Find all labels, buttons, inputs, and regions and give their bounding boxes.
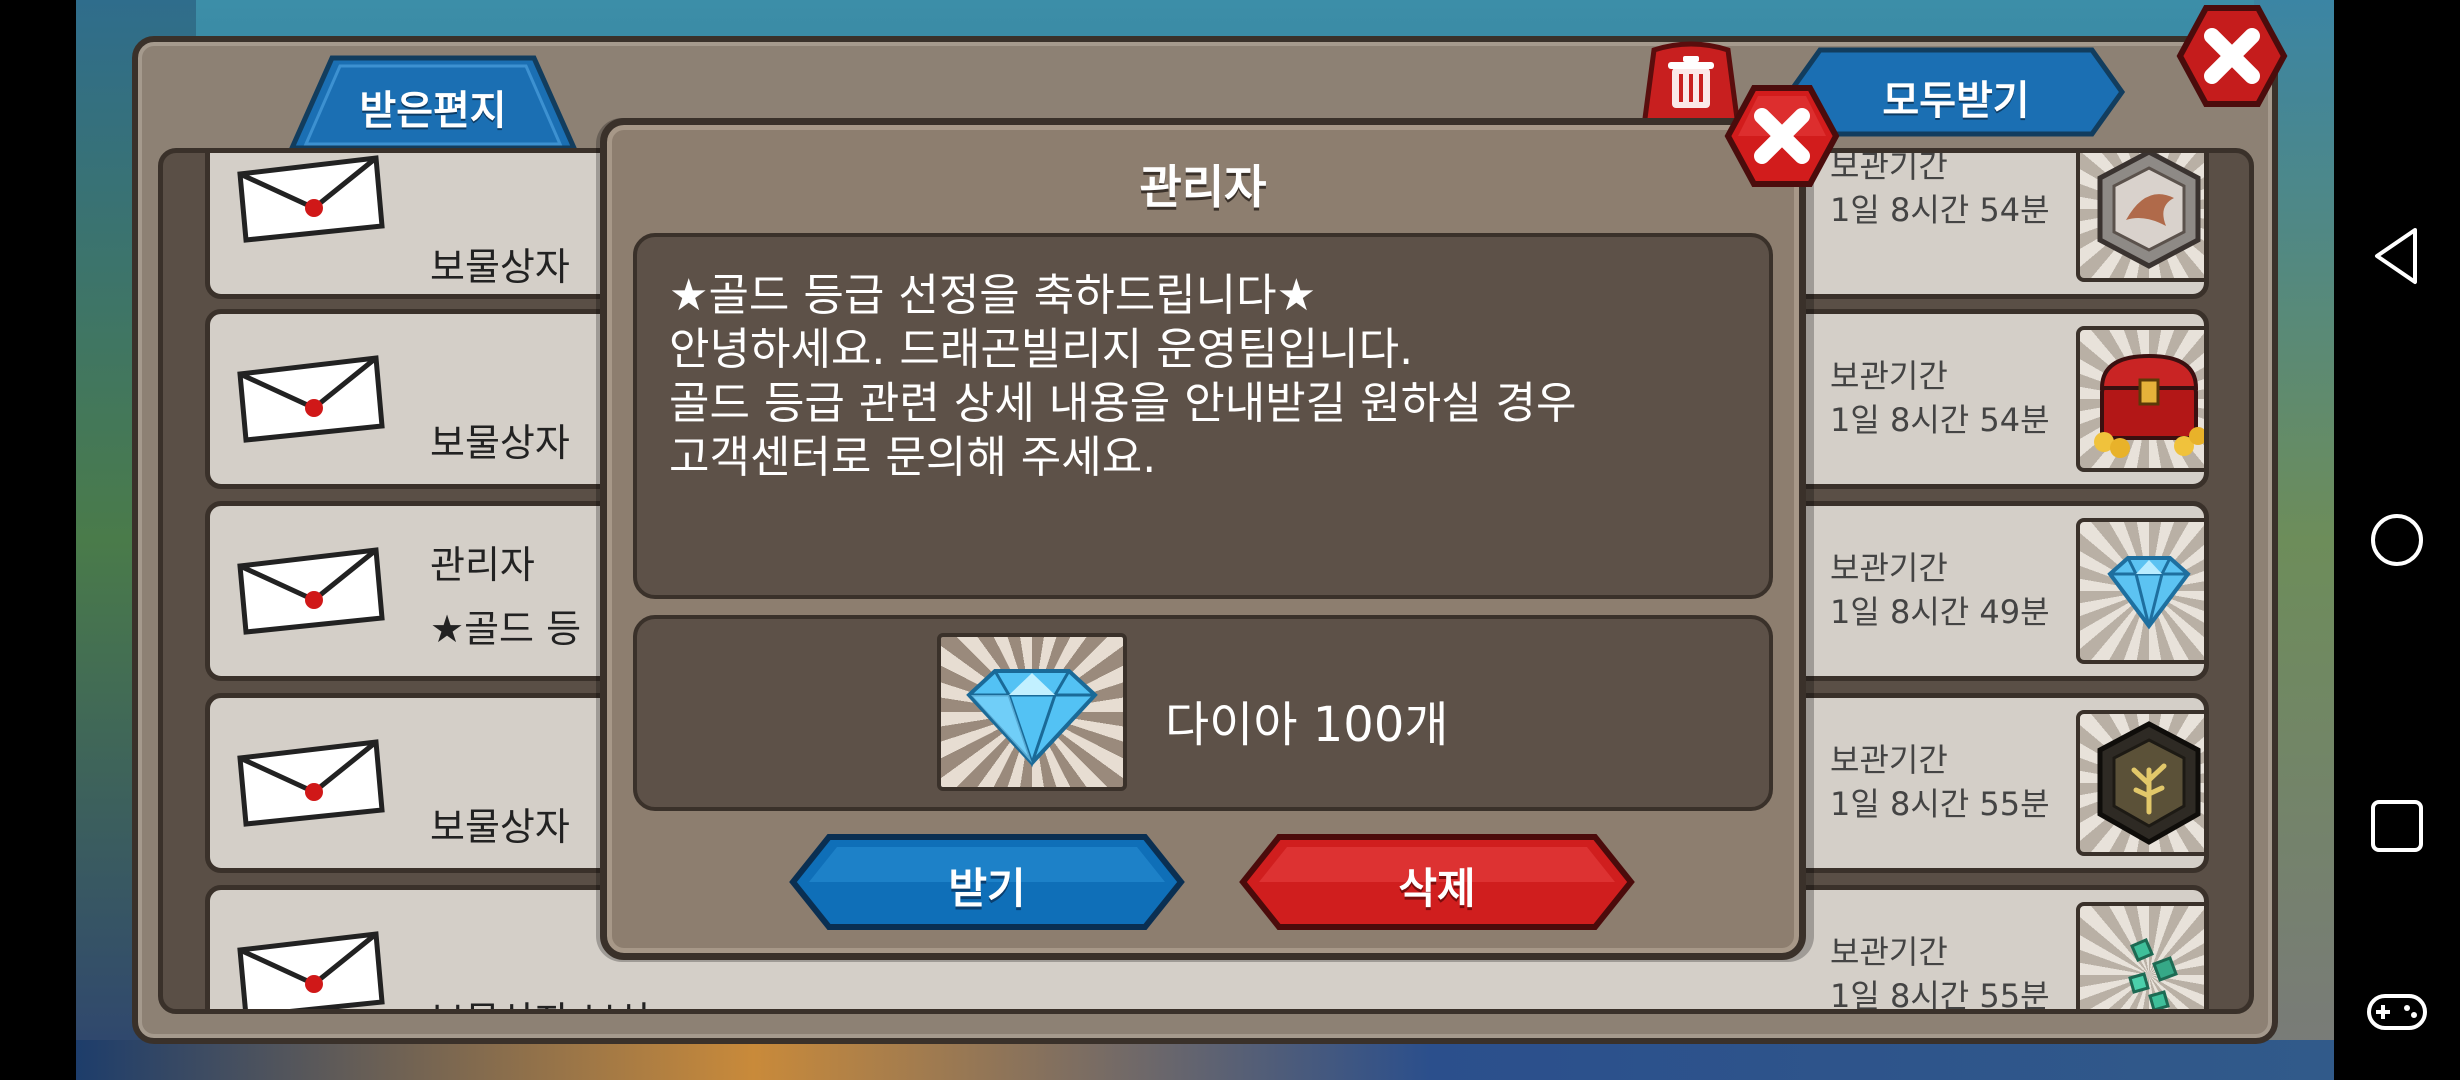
panel-close-button[interactable]: [2176, 4, 2288, 108]
mail-expiry: 보관기간 1일 8시간 49분: [1830, 549, 2050, 631]
mail-item-slot: [2076, 153, 2204, 282]
mail-title: ★골드 등: [430, 607, 582, 651]
envelope-icon: [237, 155, 385, 243]
mail-detail-dialog: 관리자 ★골드 등급 선정을 축하드립니다★ 안녕하세요. 드래곤빌리지 운영팀…: [600, 118, 1806, 960]
gem-shards-icon: [2128, 938, 2178, 1009]
receive-label: 받기: [948, 864, 1026, 913]
message-box: ★골드 등급 선정을 축하드립니다★ 안녕하세요. 드래곤빌리지 운영팀입니다.…: [633, 233, 1773, 599]
message-line-4: 고객센터로 문의해 주세요.: [669, 432, 1157, 483]
delete-button[interactable]: 삭제: [1239, 833, 1635, 931]
tab-received-label: 받은편지: [359, 88, 507, 134]
back-icon[interactable]: [2363, 222, 2431, 290]
mail-title: 보물상자: [430, 245, 570, 289]
mail-title: 보물상자: [430, 805, 570, 849]
reward-icon-slot: [937, 633, 1127, 791]
mail-expiry: 보관기간 1일 8시간 55분: [1830, 933, 2050, 1014]
mail-title: 보물상자 보상: [430, 990, 652, 1009]
receive-button[interactable]: 받기: [789, 833, 1185, 931]
treasure-chest-icon: [2094, 353, 2204, 458]
dialog-close-button[interactable]: [1724, 84, 1840, 188]
envelope-icon: [237, 931, 385, 1009]
mail-expiry: 보관기간 1일 8시간 54분: [1830, 148, 2050, 229]
mail-item-slot: [2076, 518, 2204, 664]
mail-item-slot: [2076, 326, 2204, 472]
home-icon[interactable]: [2363, 506, 2431, 574]
android-navbar: [2334, 0, 2460, 1080]
close-icon: [2176, 5, 2288, 107]
dialog-title: 관리자: [1139, 160, 1267, 214]
reward-label: 다이아 100개: [1165, 697, 1449, 753]
tree-shield-icon: [2097, 721, 2201, 845]
tab-received-mail[interactable]: 받은편지: [262, 52, 604, 152]
mail-item-slot: [2076, 710, 2204, 856]
close-icon: [1724, 85, 1840, 187]
scene-bottom-strip: [76, 1040, 2334, 1080]
envelope-icon: [237, 547, 385, 635]
mail-expiry: 보관기간 1일 8시간 54분: [1830, 357, 2050, 439]
reward-box: 다이아 100개: [633, 615, 1773, 811]
delete-label: 삭제: [1398, 864, 1476, 913]
dragon-emblem-icon: [2097, 153, 2201, 269]
mail-sender: 관리자: [430, 543, 535, 587]
envelope-icon: [237, 355, 385, 443]
mail-title: 보물상자: [430, 421, 570, 465]
diamond-icon: [966, 669, 1098, 768]
envelope-icon: [237, 739, 385, 827]
recents-icon[interactable]: [2363, 792, 2431, 860]
mail-item-slot: [2076, 902, 2204, 1009]
gamepad-icon[interactable]: [2363, 978, 2431, 1046]
diamond-icon: [2107, 556, 2191, 630]
mail-expiry: 보관기간 1일 8시간 55분: [1830, 741, 2050, 823]
